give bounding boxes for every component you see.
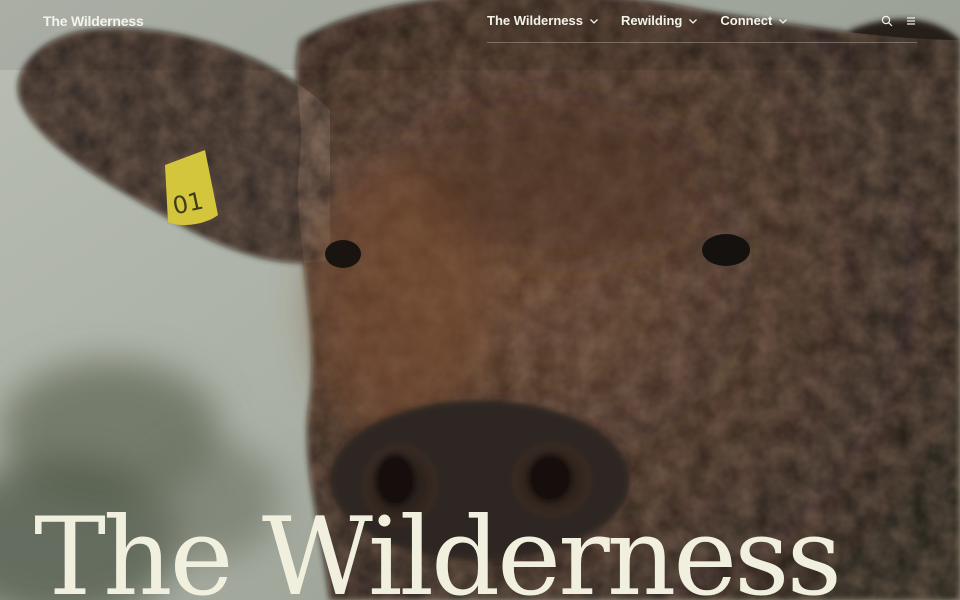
hero-title: The Wilderness [34,495,842,600]
search-button[interactable] [880,14,894,28]
menu-button[interactable] [904,14,918,28]
header-utilities [880,14,918,28]
header-divider [487,42,917,43]
main-nav: The Wilderness Rewilding Connect [487,13,788,28]
nav-item-connect[interactable]: Connect [720,13,788,28]
nav-item-label: Rewilding [620,13,683,28]
search-icon [881,15,893,27]
site-logo[interactable]: The Wilderness [43,13,144,29]
chevron-down-icon [590,18,598,24]
nav-item-the-wilderness[interactable]: The Wilderness [487,13,599,28]
menu-icon [907,17,915,25]
site-header: The Wilderness The Wilderness Rewilding … [0,0,960,44]
nav-item-label: The Wilderness [487,13,583,28]
chevron-down-icon [779,18,788,24]
hero-section: 01 The Wilderness The Wilderness Rewildi… [0,0,960,600]
chevron-down-icon [689,18,698,24]
nav-item-rewilding[interactable]: Rewilding [621,13,698,28]
nav-item-label: Connect [720,13,773,28]
